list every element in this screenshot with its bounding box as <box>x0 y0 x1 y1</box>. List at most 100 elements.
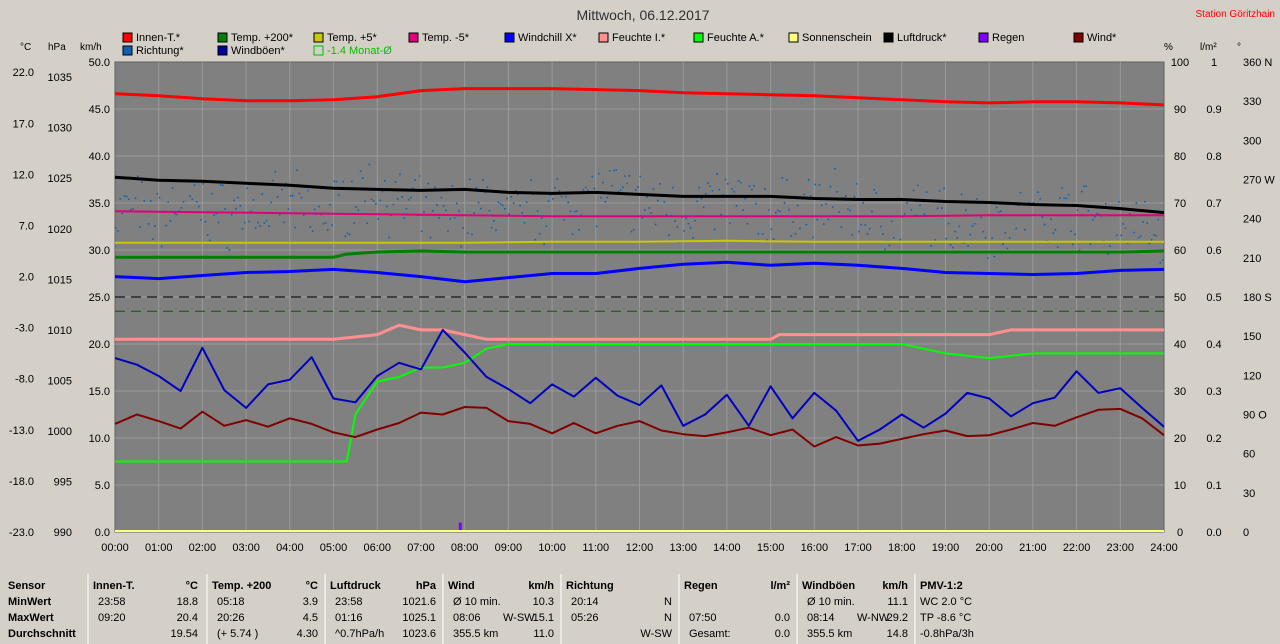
direction-point-371 <box>925 191 928 193</box>
direction-point-231 <box>619 189 622 192</box>
direction-point-36 <box>193 184 196 186</box>
direction-point-35 <box>191 198 194 201</box>
direction-point-393 <box>973 222 976 225</box>
direction-point-301 <box>772 238 775 240</box>
direction-point-297 <box>764 188 766 190</box>
direction-point-367 <box>917 184 919 187</box>
direction-point-407 <box>1004 232 1007 234</box>
direction-point-279 <box>724 178 727 181</box>
direction-point-461 <box>1122 223 1125 225</box>
direction-point-75 <box>278 214 281 216</box>
direction-tick-12: 0 <box>1243 527 1249 539</box>
x-tick-9: 09:00 <box>495 542 523 554</box>
direction-point-424 <box>1041 216 1044 218</box>
direction-point-343 <box>864 224 867 226</box>
x-tick-16: 16:00 <box>801 542 829 554</box>
table-header-3: Luftdruck <box>330 580 382 592</box>
direction-point-274 <box>713 228 716 231</box>
wind-tick-3: 35.0 <box>89 198 110 210</box>
direction-point-277 <box>720 213 722 216</box>
direction-point-148 <box>438 216 441 219</box>
legend-label-9: Regen <box>992 32 1024 44</box>
direction-point-356 <box>893 237 895 239</box>
direction-point-18 <box>154 225 156 227</box>
pressure-tick-0: 1035 <box>48 72 72 84</box>
direction-point-173 <box>493 219 495 222</box>
direction-point-445 <box>1087 210 1090 212</box>
direction-point-477 <box>1157 218 1160 221</box>
direction-point-181 <box>510 196 513 198</box>
direction-point-24 <box>167 201 170 203</box>
direction-point-175 <box>497 201 500 203</box>
direction-point-45 <box>213 214 215 217</box>
direction-point-67 <box>261 193 264 195</box>
direction-point-287 <box>742 209 744 211</box>
direction-point-185 <box>519 204 521 207</box>
direction-point-408 <box>1006 247 1009 250</box>
table-cell: 29.2 <box>887 612 908 624</box>
direction-point-341 <box>860 223 862 226</box>
direction-point-57 <box>239 205 242 207</box>
legend-swatch-1 <box>217 32 228 43</box>
direction-tick-10: 60 <box>1243 449 1255 461</box>
legend-swatch-5 <box>598 32 609 43</box>
direction-point-264 <box>691 237 694 239</box>
direction-point-221 <box>597 172 600 175</box>
direction-point-429 <box>1052 232 1055 234</box>
direction-point-316 <box>805 224 808 226</box>
direction-point-179 <box>506 197 508 200</box>
direction-point-197 <box>545 225 548 228</box>
direction-point-390 <box>967 245 969 247</box>
direction-point-190 <box>530 179 532 182</box>
direction-point-119 <box>375 202 377 205</box>
x-tick-12: 12:00 <box>626 542 654 554</box>
direction-point-242 <box>643 209 646 211</box>
direction-point-202 <box>556 178 559 180</box>
table-cell: 1025.1 <box>402 612 436 624</box>
direction-point-229 <box>615 169 618 171</box>
table-cell: 08:14 <box>807 612 835 624</box>
legend-label-0: Innen-T.* <box>136 32 181 44</box>
direction-point-50 <box>224 208 226 210</box>
x-tick-23: 23:00 <box>1107 542 1135 554</box>
wind-tick-9: 5.0 <box>95 480 110 492</box>
direction-point-133 <box>405 207 408 210</box>
wind-tick-8: 10.0 <box>89 433 110 445</box>
direction-point-382 <box>949 244 952 246</box>
direction-point-182 <box>512 202 515 205</box>
direction-point-4 <box>123 195 126 197</box>
temp-tick-3: 7.0 <box>19 220 34 232</box>
direction-point-362 <box>906 202 908 205</box>
direction-point-245 <box>650 212 653 214</box>
direction-point-106 <box>346 232 349 235</box>
direction-point-85 <box>300 196 303 199</box>
direction-point-98 <box>329 203 331 206</box>
legend-label-12: Windböen* <box>231 45 286 57</box>
table-header-unit-3: hPa <box>416 580 437 592</box>
direction-point-280 <box>726 183 729 185</box>
direction-point-260 <box>683 229 685 232</box>
direction-point-285 <box>737 180 740 182</box>
direction-point-167 <box>479 207 482 210</box>
direction-point-3 <box>121 212 124 215</box>
direction-point-337 <box>851 233 854 236</box>
table-cell: TP -8.6 °C <box>920 612 971 624</box>
direction-point-309 <box>790 235 792 237</box>
table-cell: 18.8 <box>177 596 198 608</box>
direction-point-286 <box>740 181 742 184</box>
wind-tick-2: 40.0 <box>89 151 110 163</box>
direction-point-325 <box>825 203 827 205</box>
direction-point-203 <box>558 189 561 192</box>
table-cell: 20:26 <box>217 612 245 624</box>
direction-point-414 <box>1019 191 1022 194</box>
direction-point-58 <box>241 227 244 230</box>
direction-point-34 <box>189 195 191 197</box>
table-cell: 23:58 <box>335 596 363 608</box>
direction-point-214 <box>582 189 585 191</box>
humidity-tick-3: 70 <box>1174 198 1186 210</box>
legend-label-5: Feuchte I.* <box>612 32 666 44</box>
direction-point-11 <box>139 226 141 228</box>
direction-point-44 <box>211 192 213 195</box>
direction-point-305 <box>781 177 784 179</box>
rain-tick-6: 0.4 <box>1206 339 1221 351</box>
